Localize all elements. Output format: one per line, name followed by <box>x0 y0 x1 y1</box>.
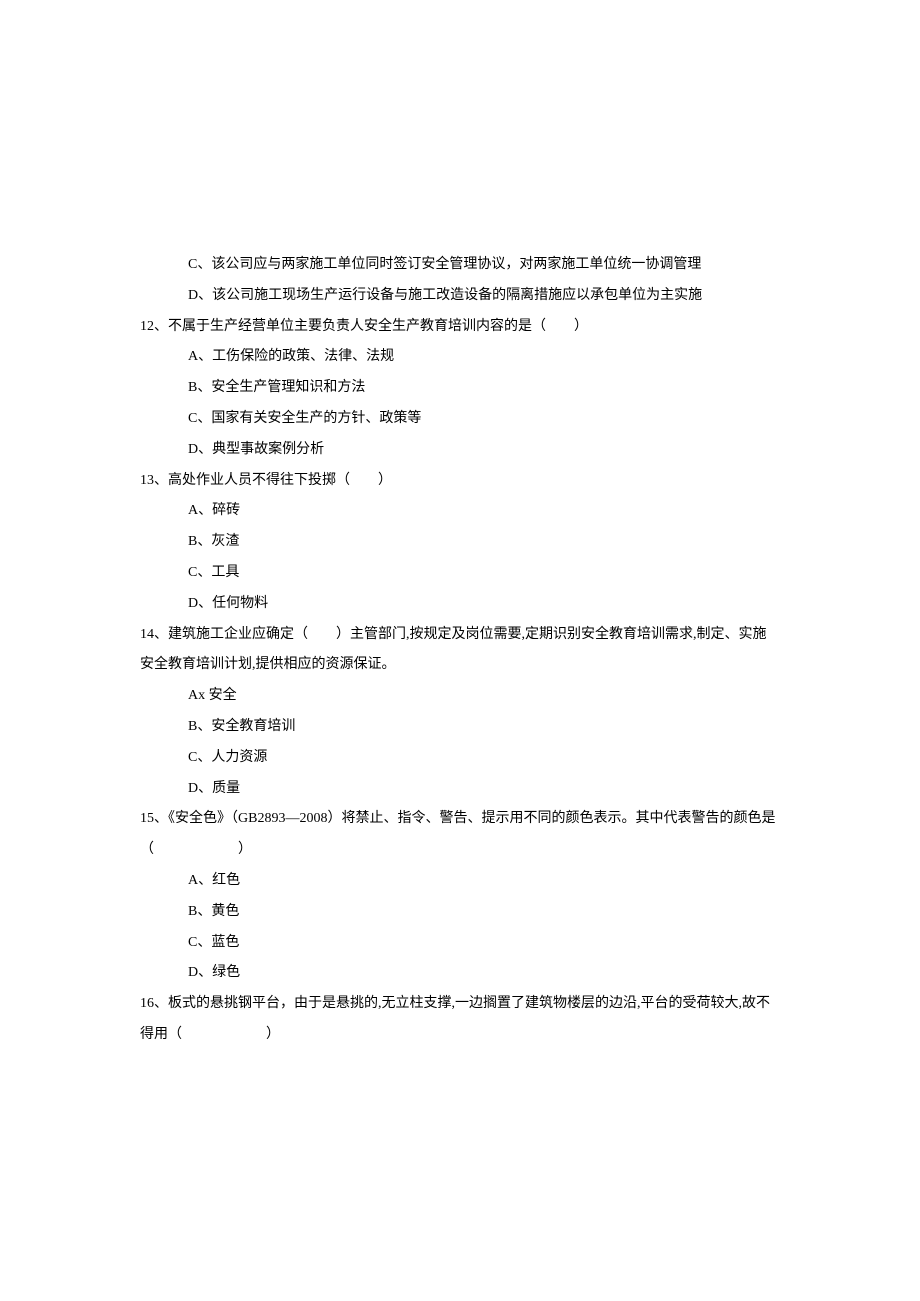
option-13-a: A、碎砖 <box>140 496 780 527</box>
option-14-a: Ax 安全 <box>140 681 780 712</box>
option-15-a: A、红色 <box>140 866 780 897</box>
option-15-c: C、蓝色 <box>140 928 780 959</box>
option-11-c: C、该公司应与两家施工单位同时签订安全管理协议，对两家施工单位统一协调管理 <box>140 250 780 281</box>
question-15-stem: 15、《安全色》（GB2893—2008）将禁止、指令、警告、提示用不同的颜色表… <box>140 804 780 866</box>
question-12-stem: 12、不属于生产经营单位主要负责人安全生产教育培训内容的是（ ） <box>140 312 780 343</box>
option-13-b: B、灰渣 <box>140 527 780 558</box>
option-13-d: D、任何物料 <box>140 589 780 620</box>
option-14-c: C、人力资源 <box>140 743 780 774</box>
option-14-b: B、安全教育培训 <box>140 712 780 743</box>
document-page: C、该公司应与两家施工单位同时签订安全管理协议，对两家施工单位统一协调管理 D、… <box>0 0 920 1151</box>
option-12-d: D、典型事故案例分析 <box>140 435 780 466</box>
option-12-c: C、国家有关安全生产的方针、政策等 <box>140 404 780 435</box>
option-15-b: B、黄色 <box>140 897 780 928</box>
question-14-stem: 14、建筑施工企业应确定（ ）主管部门,按规定及岗位需要,定期识别安全教育培训需… <box>140 620 780 682</box>
question-13-stem: 13、高处作业人员不得往下投掷（ ） <box>140 466 780 497</box>
option-14-d: D、质量 <box>140 774 780 805</box>
option-12-b: B、安全生产管理知识和方法 <box>140 373 780 404</box>
option-11-d: D、该公司施工现场生产运行设备与施工改造设备的隔离措施应以承包单位为主实施 <box>140 281 780 312</box>
option-13-c: C、工具 <box>140 558 780 589</box>
option-15-d: D、绿色 <box>140 958 780 989</box>
question-16-stem: 16、板式的悬挑钢平台，由于是悬挑的,无立柱支撑,一边搁置了建筑物楼层的边沿,平… <box>140 989 780 1051</box>
option-12-a: A、工伤保险的政策、法律、法规 <box>140 342 780 373</box>
